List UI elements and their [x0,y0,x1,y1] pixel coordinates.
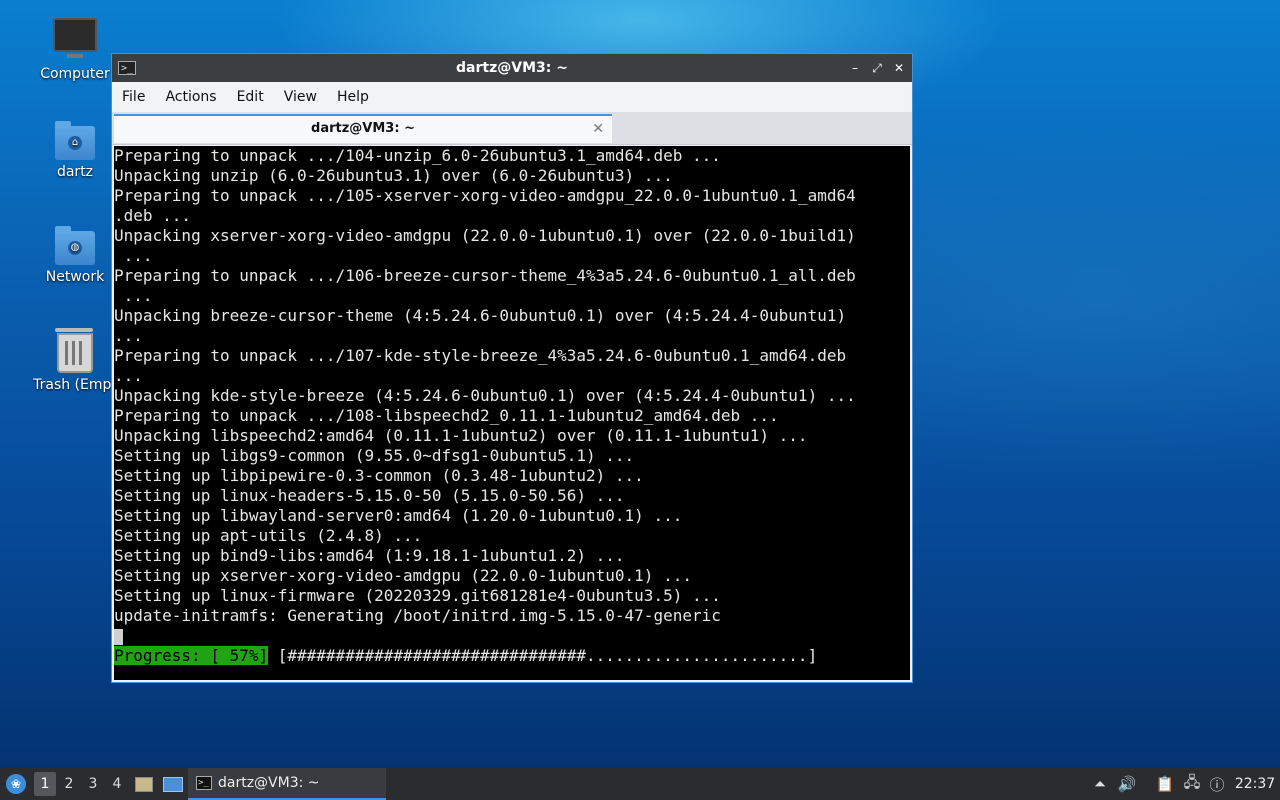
tab-label: dartz@VM3: ~ [311,121,415,136]
terminal-line: Preparing to unpack .../105-xserver-xorg… [114,186,856,205]
menu-file[interactable]: File [112,89,155,105]
terminal-line: Setting up bind9-libs:amd64 (1:9.18.1-1u… [114,546,625,565]
terminal-line: Preparing to unpack .../106-breeze-curso… [114,266,856,285]
workspace-1[interactable]: 1 [34,772,56,796]
tab-bar: dartz@VM3: ~ ✕ [112,112,912,145]
terminal-output[interactable]: Preparing to unpack .../104-unzip_6.0-26… [114,146,910,680]
terminal-window[interactable]: >_ dartz@VM3: ~ – ⤢ ✕ File Actions Edit … [111,53,913,683]
menu-help[interactable]: Help [327,89,379,105]
terminal-line: Preparing to unpack .../107-kde-style-br… [114,346,847,365]
computer-icon [53,18,97,58]
terminal-cursor-line [114,626,910,646]
terminal-line: Setting up apt-utils (2.4.8) ... [114,526,423,545]
window-title: dartz@VM3: ~ [456,60,568,76]
close-button[interactable]: ✕ [892,61,906,75]
terminal-line: ... [114,326,143,345]
terminal-cursor [114,628,123,645]
progress-line: Progress: [ 57%] [######################… [114,646,910,666]
tab-close-icon[interactable]: ✕ [592,116,604,142]
minimize-button[interactable]: – [848,61,862,75]
terminal-line: Unpacking unzip (6.0-26ubuntu3.1) over (… [114,166,673,185]
progress-label: Progress: [ 57%] [114,646,269,665]
taskbar: ❀ 1 2 3 4 >_ dartz@VM3: ~ ⏶ 🔊 📋 🖧 ⓘ 22:3… [0,768,1280,800]
tab-terminal[interactable]: dartz@VM3: ~ ✕ [114,114,612,143]
file-manager-icon[interactable] [134,768,154,800]
task-label: dartz@VM3: ~ [218,775,320,791]
terminal-line: ... [114,286,153,305]
terminal-line: Unpacking kde-style-breeze (4:5.24.6-0ub… [114,386,856,405]
desktop-icon-label: dartz [56,164,94,180]
desktop-icon-label: Network [45,269,105,285]
progress-bar: [###############################........… [268,646,818,665]
window-titlebar[interactable]: >_ dartz@VM3: ~ – ⤢ ✕ [112,54,912,82]
workspace-4[interactable]: 4 [106,772,128,796]
network-folder-icon: ◍ [55,226,95,265]
terminal-line: ... [114,366,143,385]
terminal-line: Unpacking xserver-xorg-video-amdgpu (22.… [114,226,856,245]
update-notifier-icon[interactable]: ⓘ [1206,768,1228,800]
terminal-line: Unpacking libspeechd2:amd64 (0.11.1-1ubu… [114,426,808,445]
terminal-line: .deb ... [114,206,192,225]
terminal-line: Setting up libwayland-server0:amd64 (1.2… [114,506,683,525]
desktop-icon-label: Trash (Empt [33,377,117,393]
clock[interactable]: 22:37 [1234,768,1276,800]
terminal-line: Setting up linux-headers-5.15.0-50 (5.15… [114,486,625,505]
terminal-line: Preparing to unpack .../108-libspeechd2_… [114,406,779,425]
menu-edit[interactable]: Edit [227,89,274,105]
desktop-icon-label: Computer [40,66,110,82]
terminal-icon: >_ [196,776,212,790]
menu-actions[interactable]: Actions [155,89,226,105]
menubar: File Actions Edit View Help [112,82,912,112]
terminal-icon: >_ [118,61,136,75]
show-desktop-icon[interactable] [162,768,184,800]
terminal-line: ... [114,246,153,265]
terminal-line: Unpacking breeze-cursor-theme (4:5.24.6-… [114,306,847,325]
maximize-button[interactable]: ⤢ [870,61,884,75]
terminal-line: update-initramfs: Generating /boot/initr… [114,606,721,625]
clipboard-icon[interactable]: 📋 [1154,768,1176,800]
volume-icon[interactable]: 🔊 [1116,768,1138,800]
terminal-line: Setting up libgs9-common (9.55.0~dfsg1-0… [114,446,635,465]
trash-icon [55,328,93,373]
home-folder-icon: ⌂ [55,121,95,160]
workspace-2[interactable]: 2 [58,772,80,796]
terminal-line: Setting up linux-firmware (20220329.git6… [114,586,721,605]
start-menu-icon[interactable]: ❀ [4,768,28,800]
workspace-3[interactable]: 3 [82,772,104,796]
tray-up-arrow-icon[interactable]: ⏶ [1090,768,1110,800]
taskbar-task-terminal[interactable]: >_ dartz@VM3: ~ [188,768,386,800]
terminal-line: Setting up xserver-xorg-video-amdgpu (22… [114,566,692,585]
terminal-line: Preparing to unpack .../104-unzip_6.0-26… [114,146,721,165]
terminal-line: Setting up libpipewire-0.3-common (0.3.4… [114,466,644,485]
menu-view[interactable]: View [274,89,327,105]
network-icon[interactable]: 🖧 [1180,768,1204,800]
